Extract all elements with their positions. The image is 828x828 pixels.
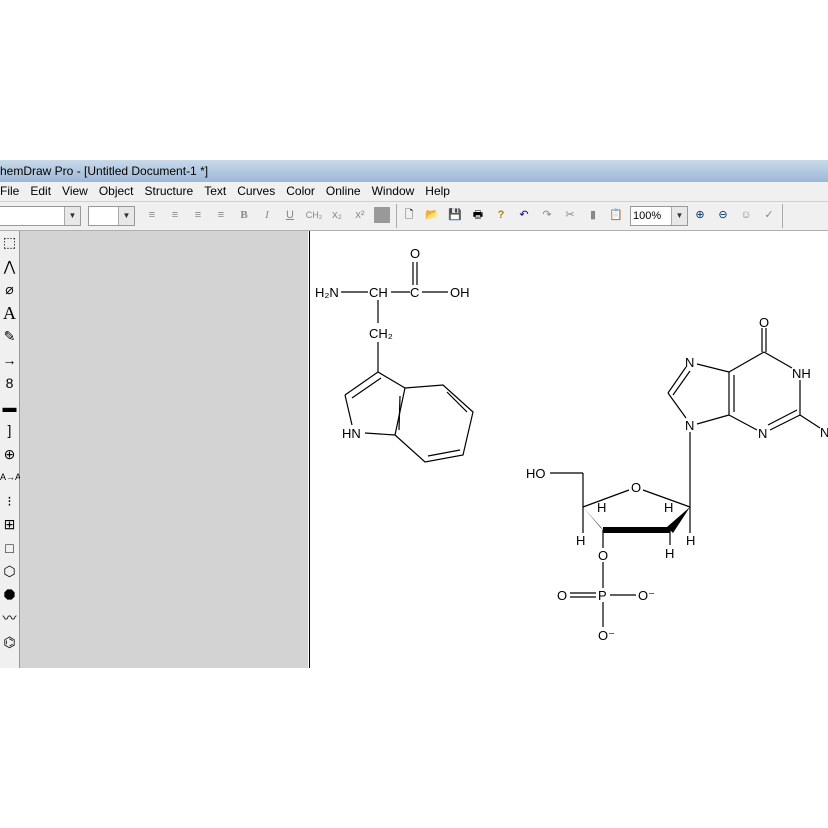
- atom-label: O⁻: [598, 628, 615, 643]
- atom-label: H₂N: [315, 285, 339, 300]
- atom-label: CH₂: [369, 326, 393, 341]
- structures: H₂N CH C OH O CH₂ HN O NH N N N N HO O H…: [315, 246, 828, 643]
- atom-label: H: [665, 546, 674, 561]
- nucleotide-labels: O NH N N N N HO O H H H H H O P O O⁻ O⁻: [526, 315, 828, 643]
- tryptophan-labels: H₂N CH C OH O CH₂ HN: [315, 246, 470, 441]
- atom-label: OH: [450, 285, 470, 300]
- atom-label: O: [410, 246, 420, 261]
- atom-label: N: [758, 426, 767, 441]
- atom-label: N: [685, 355, 694, 370]
- atom-label: O⁻: [638, 588, 655, 603]
- atom-label: O: [759, 315, 769, 330]
- atom-label: H: [686, 533, 695, 548]
- nucleotide-bonds: [550, 328, 821, 627]
- atom-label: N: [685, 418, 694, 433]
- atom-label: H: [576, 533, 585, 548]
- atom-label: N: [820, 425, 828, 440]
- atom-label: H: [664, 500, 673, 515]
- atom-label: HO: [526, 466, 546, 481]
- atom-label: P: [598, 588, 607, 603]
- atom-label: O: [598, 548, 608, 563]
- atom-label: HN: [342, 426, 361, 441]
- atom-label: O: [631, 480, 641, 495]
- atom-label: NH: [792, 366, 811, 381]
- atom-label: CH: [369, 285, 388, 300]
- atom-label: H: [597, 500, 606, 515]
- atom-label: O: [557, 588, 567, 603]
- atom-label: C: [410, 285, 419, 300]
